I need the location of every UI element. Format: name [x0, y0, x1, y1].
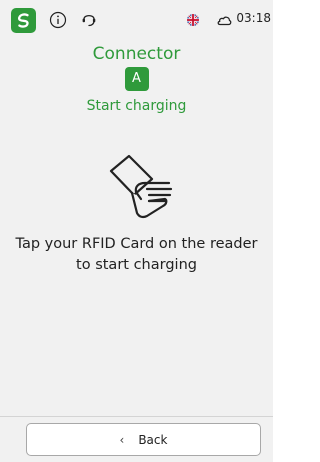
- charger-screen: 03:18 Connector A Start charging Tap you…: [0, 0, 273, 462]
- footer-bar: ‹ Back: [0, 416, 273, 462]
- page-title: Connector: [92, 44, 181, 64]
- connector-header: Connector A Start charging: [0, 44, 273, 115]
- uk-flag-icon[interactable]: [183, 10, 203, 30]
- instruction-line-2: to start charging: [76, 257, 197, 273]
- charging-status-label: Start charging: [86, 98, 187, 114]
- back-button[interactable]: ‹ Back: [26, 423, 261, 456]
- instruction-line-1: Tap your RFID Card on the reader: [15, 236, 258, 252]
- cloud-connection-icon: [217, 16, 232, 26]
- app-logo-icon[interactable]: [11, 8, 36, 33]
- chevron-left-icon: ‹: [119, 432, 125, 447]
- info-icon[interactable]: [48, 10, 68, 30]
- status-bar: 03:18: [0, 0, 273, 40]
- clock-time: 03:18: [236, 11, 271, 25]
- screen-edge: [273, 0, 277, 461]
- connector-id-badge: A: [124, 67, 149, 91]
- back-button-label: Back: [138, 432, 168, 447]
- rfid-instruction-text: Tap your RFID Card on the reader to star…: [0, 234, 273, 276]
- support-icon[interactable]: [79, 10, 99, 30]
- rfid-card-tap-icon: [109, 154, 173, 219]
